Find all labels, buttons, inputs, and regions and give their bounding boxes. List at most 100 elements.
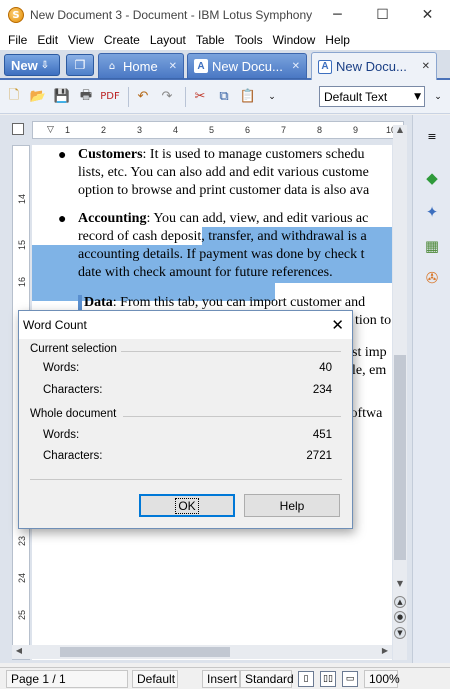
bullet-icon: ●: [58, 148, 67, 163]
paragraph-text: lists, etc. You can also add and edit va…: [78, 165, 369, 180]
new-document-icon[interactable]: 🗋: [4, 87, 24, 107]
bullet-icon: ●: [58, 212, 67, 227]
menu-help[interactable]: Help: [320, 33, 355, 47]
ruler-tick: 8: [317, 125, 323, 135]
insert-mode-indicator[interactable]: Insert: [202, 670, 240, 688]
next-page-icon[interactable]: ▼: [394, 627, 406, 639]
menu-edit[interactable]: Edit: [32, 33, 63, 47]
zoom-level[interactable]: 100%: [364, 670, 400, 688]
divider: [30, 479, 342, 480]
tab-stop-selector[interactable]: [12, 123, 24, 135]
minimize-button[interactable]: ─: [315, 0, 360, 30]
paragraph-text: record of cash deposit, transfer, and wi…: [78, 228, 392, 246]
windows-icon: ❐: [74, 58, 86, 72]
dialog-title-bar: Word Count ✕: [19, 311, 352, 339]
maximize-button[interactable]: ☐: [360, 0, 405, 30]
current-selection-heading: Current selection: [30, 343, 117, 355]
scroll-up-icon[interactable]: ▲: [393, 125, 407, 137]
document-icon: A: [318, 59, 332, 74]
ruler-tick: 24: [17, 573, 27, 584]
paste-icon[interactable]: 📋: [238, 87, 258, 107]
home-icon: ⌂: [108, 60, 116, 72]
tab-document-2[interactable]: A New Docu... ✕: [311, 52, 437, 80]
close-button[interactable]: ✕: [405, 0, 450, 30]
print-icon[interactable]: 🖶: [76, 87, 96, 107]
ruler-tick: 16: [17, 277, 27, 288]
navigator-icon[interactable]: ▦: [421, 235, 443, 257]
word-count-dialog: Word Count ✕ Current selection Words: 40…: [18, 310, 353, 529]
tab-document-1-close-icon[interactable]: ✕: [292, 61, 300, 72]
paragraph-style-select[interactable]: Default Text ▼: [319, 86, 425, 107]
document-characters-value: 2721: [306, 450, 332, 462]
sidebar-menu-icon[interactable]: ≡: [421, 125, 443, 147]
scroll-left-icon[interactable]: ◀: [12, 646, 26, 658]
paragraph-text: tion to: [355, 313, 392, 328]
close-icon[interactable]: ✕: [331, 316, 344, 334]
properties-cube-icon[interactable]: ◆: [421, 167, 443, 189]
title-bar: S New Document 3 - Document - IBM Lotus …: [0, 0, 450, 30]
horizontal-scrollbar[interactable]: ◀ ▶: [12, 645, 392, 659]
scroll-down-icon[interactable]: ▼: [393, 579, 407, 591]
tab-home[interactable]: ⌂ Home ✕: [98, 53, 184, 79]
page-indicator: Page 1 / 1: [6, 670, 128, 688]
document-words-label: Words:: [43, 429, 80, 441]
new-button[interactable]: New ⇩: [4, 54, 60, 76]
previous-page-icon[interactable]: ▲: [394, 596, 406, 608]
tab-document-1-label: New Docu...: [212, 58, 283, 74]
app-logo-icon: S: [8, 7, 24, 23]
horizontal-ruler[interactable]: ▽ 1 2 3 4 5 6 7 8 9 10: [32, 121, 404, 139]
export-pdf-icon[interactable]: PDF: [100, 87, 120, 107]
compass-icon[interactable]: ✇: [421, 267, 443, 289]
toolbar-overflow-icon[interactable]: ⌄: [428, 87, 448, 107]
ruler-tick: 2: [101, 125, 107, 135]
page-style-indicator[interactable]: Default: [132, 670, 178, 688]
menu-tools[interactable]: Tools: [230, 33, 268, 47]
ruler-tick: 5: [209, 125, 215, 135]
redo-icon[interactable]: ↷: [157, 87, 177, 107]
navigate-object-icon[interactable]: ●: [394, 611, 406, 623]
menu-view[interactable]: View: [63, 33, 99, 47]
clip-art-icon[interactable]: ✦: [421, 201, 443, 223]
tab-home-close-icon[interactable]: ✕: [169, 61, 177, 72]
show-desktop-button[interactable]: ❐: [66, 54, 94, 76]
scroll-right-icon[interactable]: ▶: [378, 646, 392, 658]
divider: [123, 416, 341, 417]
selection-words-label: Words:: [43, 362, 80, 374]
ok-button[interactable]: OK: [139, 494, 235, 517]
save-icon[interactable]: 💾: [52, 87, 72, 107]
menu-layout[interactable]: Layout: [145, 33, 191, 47]
divider: [121, 351, 341, 352]
ruler-tick: 4: [173, 125, 179, 135]
menu-file[interactable]: File: [3, 33, 32, 47]
two-page-view-icon[interactable]: ▯▯: [320, 671, 336, 687]
toolbar-separator: [185, 86, 186, 107]
menu-table[interactable]: Table: [191, 33, 230, 47]
ruler-tick: 23: [17, 536, 27, 547]
single-page-view-icon[interactable]: ▯: [298, 671, 314, 687]
copy-icon[interactable]: ⧉: [214, 87, 234, 107]
menu-window[interactable]: Window: [268, 33, 321, 47]
help-button[interactable]: Help: [244, 494, 340, 517]
paragraph-text: : From this tab, you can imp: [112, 295, 272, 310]
selection-mode-indicator[interactable]: Standard: [240, 670, 294, 688]
vertical-scroll-thumb[interactable]: [394, 355, 406, 560]
tab-document-2-close-icon[interactable]: ✕: [422, 61, 430, 72]
book-view-icon[interactable]: ▭: [342, 671, 358, 687]
new-label: New: [11, 57, 38, 73]
horizontal-scroll-thumb[interactable]: [60, 647, 230, 657]
vertical-scrollbar[interactable]: ▲ ▼: [393, 125, 407, 660]
paragraph-text: : You can add, view, and edit various ac: [146, 211, 369, 226]
tab-home-label: Home: [123, 58, 158, 74]
cut-icon[interactable]: ✂: [190, 87, 210, 107]
tab-document-1[interactable]: A New Docu... ✕: [187, 53, 307, 79]
tab-bar: New ⇩ ❐ ⌂ Home ✕ A New Docu... ✕ A New D…: [0, 50, 450, 80]
more-tools-icon[interactable]: ⌄: [262, 87, 282, 107]
ruler-tick: 1: [65, 125, 71, 135]
paragraph-text: option to browse and print customer data…: [78, 183, 370, 198]
menu-create[interactable]: Create: [99, 33, 145, 47]
dialog-title: Word Count: [23, 318, 87, 332]
ruler-indent-marker[interactable]: ▽: [47, 124, 54, 135]
open-folder-icon[interactable]: 📂: [28, 87, 48, 107]
undo-icon[interactable]: ↶: [133, 87, 153, 107]
status-bar: Page 1 / 1 Default Insert Standard ▯ ▯▯ …: [0, 667, 450, 689]
